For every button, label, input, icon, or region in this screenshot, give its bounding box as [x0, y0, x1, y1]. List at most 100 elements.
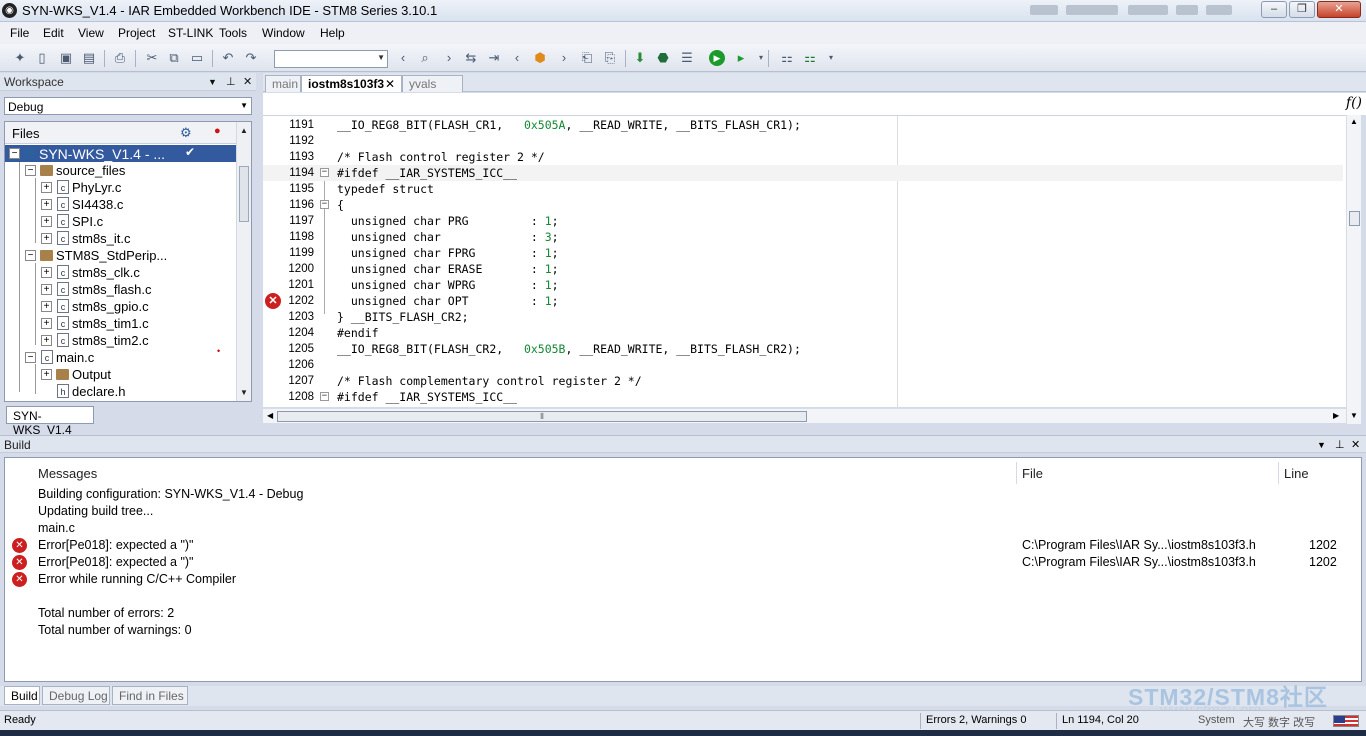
tree-item-folder[interactable]: + Output [5, 366, 237, 383]
expand-icon[interactable]: + [41, 216, 52, 227]
expand-icon[interactable]: + [41, 182, 52, 193]
tree-item-file[interactable]: + c SPI.c [5, 213, 237, 230]
collapse-icon[interactable]: − [25, 165, 36, 176]
build-message-row[interactable]: Building configuration: SYN-WKS_V1.4 - D… [5, 486, 1355, 503]
scroll-up-icon[interactable]: ▲ [240, 126, 248, 135]
close-button[interactable]: ✕ [1317, 1, 1361, 18]
build-error-row[interactable]: ✕ Error while running C/C++ Compiler [5, 571, 1355, 588]
chevron-down-icon[interactable]: ▼ [208, 77, 217, 87]
column-divider[interactable] [1016, 462, 1017, 484]
toolbar-overflow-icon[interactable]: ▾ [823, 50, 839, 66]
menu-file[interactable]: File [10, 26, 29, 40]
navigate-back-icon[interactable]: ‹ [509, 50, 525, 66]
tree-item-project[interactable]: − SYN-WKS_V1.4 - ... ✔ [5, 145, 237, 162]
collapse-icon[interactable]: − [9, 148, 20, 159]
print-icon[interactable]: ⎙ [112, 50, 128, 66]
tree-item-folder[interactable]: − STM8S_StdPerip... [5, 247, 237, 264]
scrollbar-thumb[interactable] [1349, 211, 1360, 226]
navigate-forward-icon[interactable]: › [556, 50, 572, 66]
column-header-line[interactable]: Line [1284, 466, 1309, 481]
debug-without-download-icon[interactable]: ▸ [733, 50, 749, 66]
menu-project[interactable]: Project [118, 26, 155, 40]
tree-item-file[interactable]: + c PhyLyr.c [5, 179, 237, 196]
expand-icon[interactable]: + [41, 233, 52, 244]
fold-collapse-icon[interactable]: − [320, 200, 329, 209]
next-bookmark-icon[interactable]: ⎘ [602, 50, 618, 66]
tree-item-file[interactable]: + c stm8s_tim1.c [5, 315, 237, 332]
find-icon[interactable]: ⌕ [417, 50, 433, 66]
tree-item-file[interactable]: + c stm8s_gpio.c [5, 298, 237, 315]
function-navigator-icon[interactable]: f() [1346, 95, 1362, 111]
copy-icon[interactable]: ⧉ [166, 50, 182, 66]
close-icon[interactable]: ✕ [243, 75, 252, 88]
build-error-row[interactable]: ✕ Error[Pe018]: expected a ")" C:\Progra… [5, 554, 1355, 571]
debug-download-icon[interactable]: ▶ [709, 50, 725, 66]
download-icon[interactable]: ⬇ [632, 50, 648, 66]
scrollbar-thumb[interactable] [239, 166, 249, 222]
tree-item-file[interactable]: + c stm8s_it.c [5, 230, 237, 247]
workspace-tab[interactable]: SYN-WKS_V1.4 [6, 406, 94, 437]
fold-collapse-icon[interactable]: − [320, 168, 329, 177]
menu-st-link[interactable]: ST-LINK [168, 26, 213, 40]
tab-find-in-files[interactable]: Find in Files [112, 686, 188, 705]
chevron-down-icon[interactable]: ▼ [1317, 440, 1326, 450]
scroll-left-icon[interactable]: ◀ [267, 411, 273, 420]
make-icon[interactable]: ☰ [679, 50, 695, 66]
collapse-icon[interactable]: − [25, 352, 36, 363]
tree-item-file[interactable]: + c stm8s_clk.c [5, 264, 237, 281]
replace-icon[interactable]: ⇆ [463, 50, 479, 66]
new-document-icon[interactable]: ▯ [34, 50, 50, 66]
find-combobox[interactable]: ▼ [274, 50, 388, 68]
expand-icon[interactable]: + [41, 335, 52, 346]
iar-logo-icon[interactable]: ◉ [2, 3, 17, 18]
tab-iostm8s103f3[interactable]: iostm8s103f3 ✕ [301, 75, 402, 92]
find-next-icon[interactable]: › [441, 50, 457, 66]
collapse-icon[interactable]: − [25, 250, 36, 261]
save-all-icon[interactable]: ▤ [81, 50, 97, 66]
expand-icon[interactable]: + [41, 318, 52, 329]
restore-button[interactable]: ❐ [1289, 1, 1315, 18]
bookmark-icon[interactable]: ⬢ [532, 50, 548, 66]
compile-icon[interactable]: ⬣ [655, 50, 671, 66]
redo-icon[interactable]: ↷ [243, 50, 259, 66]
tree-item-file[interactable]: + c stm8s_tim2.c [5, 332, 237, 349]
menu-help[interactable]: Help [320, 26, 345, 40]
menu-edit[interactable]: Edit [43, 26, 64, 40]
toolbar-overflow-icon[interactable]: ▾ [753, 50, 769, 66]
tab-build[interactable]: Build [4, 686, 40, 705]
scroll-up-icon[interactable]: ▲ [1350, 117, 1358, 126]
undo-icon[interactable]: ↶ [220, 50, 236, 66]
save-icon[interactable]: ▣ [58, 50, 74, 66]
files-scrollbar[interactable]: ▲ ▼ [236, 122, 251, 401]
tree-item-folder[interactable]: − source_files [5, 162, 237, 179]
expand-icon[interactable]: + [41, 284, 52, 295]
expand-icon[interactable]: + [41, 199, 52, 210]
new-file-icon[interactable]: ✦ [12, 50, 28, 66]
fold-collapse-icon[interactable]: − [320, 392, 329, 401]
pin-icon[interactable]: ⊥ [1335, 438, 1345, 451]
goto-icon[interactable]: ⇥ [486, 50, 502, 66]
menu-window[interactable]: Window [262, 26, 305, 40]
column-header-messages[interactable]: Messages [38, 466, 97, 481]
breakpoint-window-icon[interactable]: ⚏ [779, 50, 795, 66]
column-divider[interactable] [1278, 462, 1279, 484]
tree-item-file[interactable]: − c main.c • [5, 346, 237, 366]
menu-view[interactable]: View [78, 26, 104, 40]
scrollbar-thumb[interactable]: ⦀ [277, 411, 807, 422]
paste-icon[interactable]: ▭ [189, 50, 205, 66]
expand-icon[interactable]: + [41, 301, 52, 312]
gear-icon[interactable]: ⚙ [180, 125, 192, 141]
close-tab-icon[interactable]: ✕ [385, 77, 395, 91]
error-marker-icon[interactable]: ✕ [265, 293, 281, 309]
previous-bookmark-icon[interactable]: ⎗ [579, 50, 595, 66]
build-message-row[interactable]: Total number of warnings: 0 [5, 622, 1355, 639]
code-editor[interactable]: 1191 __IO_REG8_BIT(FLASH_CR1, 0x505A, __… [263, 115, 1346, 407]
editor-horizontal-scrollbar[interactable]: ◀ ⦀ ▶ [263, 408, 1346, 423]
find-previous-icon[interactable]: ‹ [395, 50, 411, 66]
tab-debug-log[interactable]: Debug Log [42, 686, 110, 705]
pin-icon[interactable]: ⊥ [226, 75, 236, 88]
scroll-down-icon[interactable]: ▼ [240, 388, 248, 397]
us-flag-icon[interactable] [1333, 715, 1359, 727]
cut-icon[interactable]: ✂ [144, 50, 160, 66]
scroll-right-icon[interactable]: ▶ [1333, 411, 1339, 420]
